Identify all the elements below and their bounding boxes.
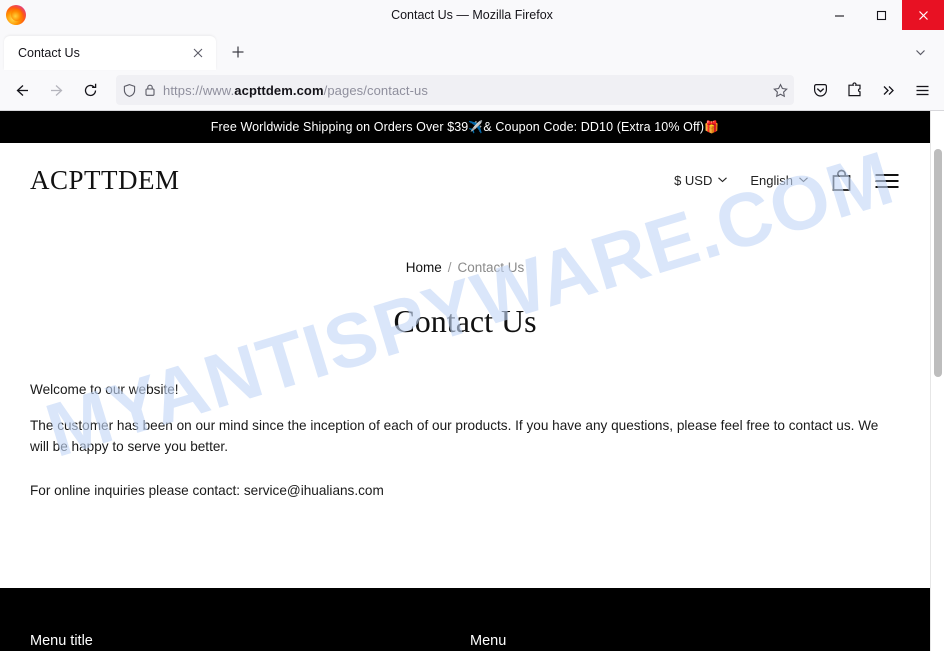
chevron-double-right-icon[interactable]: [872, 74, 904, 106]
breadcrumb-separator: /: [447, 260, 452, 275]
url-path: /pages/contact-us: [323, 82, 428, 98]
chevron-down-icon: [798, 173, 809, 188]
tab-bar: Contact Us: [0, 30, 944, 70]
breadcrumb: Home / Contact Us: [0, 260, 930, 275]
announcement-text: Free Worldwide Shipping on Orders Over $…: [210, 120, 469, 134]
footer-column-1-heading: Menu title: [30, 633, 93, 649]
language-label: English: [750, 173, 793, 188]
close-icon[interactable]: [902, 0, 944, 30]
browser-tab[interactable]: Contact Us: [4, 36, 216, 70]
minimize-icon[interactable]: [818, 0, 860, 30]
gift-icon: 🎁: [704, 120, 720, 134]
url-bar[interactable]: https://www.acpttdem.com/pages/contact-u…: [116, 75, 794, 105]
page-content: Welcome to our website! The customer has…: [0, 380, 930, 502]
currency-selector[interactable]: $ USD: [674, 173, 728, 188]
site-footer: Menu title Menu: [0, 588, 930, 651]
tab-title: Contact Us: [18, 46, 80, 60]
about-paragraph: The customer has been on our mind since …: [30, 418, 879, 454]
chevron-down-icon: [717, 173, 728, 188]
bookmark-star-icon[interactable]: [773, 82, 788, 98]
title-bar: Contact Us — Mozilla Firefox: [0, 0, 944, 30]
page-title: Contact Us: [393, 303, 537, 339]
hamburger-menu-icon[interactable]: [874, 171, 900, 191]
app-menu-hamburger-icon[interactable]: [906, 74, 938, 106]
shopping-bag-icon[interactable]: [831, 169, 852, 192]
tab-list-chevron-down-icon[interactable]: [906, 38, 934, 66]
breadcrumb-current: Contact Us: [457, 260, 525, 275]
welcome-paragraph: Welcome to our website!: [30, 382, 179, 397]
extensions-icon[interactable]: [838, 74, 870, 106]
announcement-text-mid: & Coupon Code: DD10 (Extra 10% Off): [483, 120, 705, 134]
window-title: Contact Us — Mozilla Firefox: [391, 8, 553, 22]
url-domain: acpttdem.com: [234, 82, 324, 98]
lock-icon[interactable]: [143, 83, 157, 97]
maximize-icon[interactable]: [860, 0, 902, 30]
new-tab-button[interactable]: [224, 38, 252, 66]
announcement-bar: Free Worldwide Shipping on Orders Over $…: [0, 111, 930, 143]
header-right-controls: $ USD English: [674, 169, 900, 192]
url-text[interactable]: https://www.acpttdem.com/pages/contact-u…: [163, 83, 767, 98]
airplane-icon: ✈️: [468, 120, 484, 134]
page-viewport: MYANTISPYWARE.COM Free Worldwide Shippin…: [0, 110, 944, 651]
firefox-logo-icon: [6, 5, 26, 25]
reload-icon[interactable]: [74, 74, 106, 106]
contact-email-paragraph: For online inquiries please contact: ser…: [30, 483, 384, 499]
window-controls: [818, 0, 944, 30]
scrollbar-thumb[interactable]: [934, 149, 942, 377]
navigation-toolbar: https://www.acpttdem.com/pages/contact-u…: [0, 70, 944, 110]
pocket-icon[interactable]: [804, 74, 836, 106]
firefox-browser-window: Contact Us — Mozilla Firefox Contact Us: [0, 0, 944, 651]
currency-label: $ USD: [674, 173, 713, 188]
forward-arrow-icon[interactable]: [40, 74, 72, 106]
site-header: ACPTTDEM $ USD English: [0, 143, 930, 218]
page-scrollbar[interactable]: [930, 111, 944, 651]
tab-close-icon[interactable]: [188, 43, 208, 63]
breadcrumb-home-link[interactable]: Home: [406, 260, 442, 275]
shield-icon[interactable]: [122, 83, 137, 98]
toolbar-right-buttons: [804, 74, 938, 106]
back-arrow-icon[interactable]: [6, 74, 38, 106]
language-selector[interactable]: English: [750, 173, 809, 188]
web-page: MYANTISPYWARE.COM Free Worldwide Shippin…: [0, 111, 930, 651]
footer-column-2-heading: Menu: [470, 633, 507, 649]
url-prefix: https://www.: [163, 82, 235, 98]
site-logo[interactable]: ACPTTDEM: [30, 165, 180, 196]
